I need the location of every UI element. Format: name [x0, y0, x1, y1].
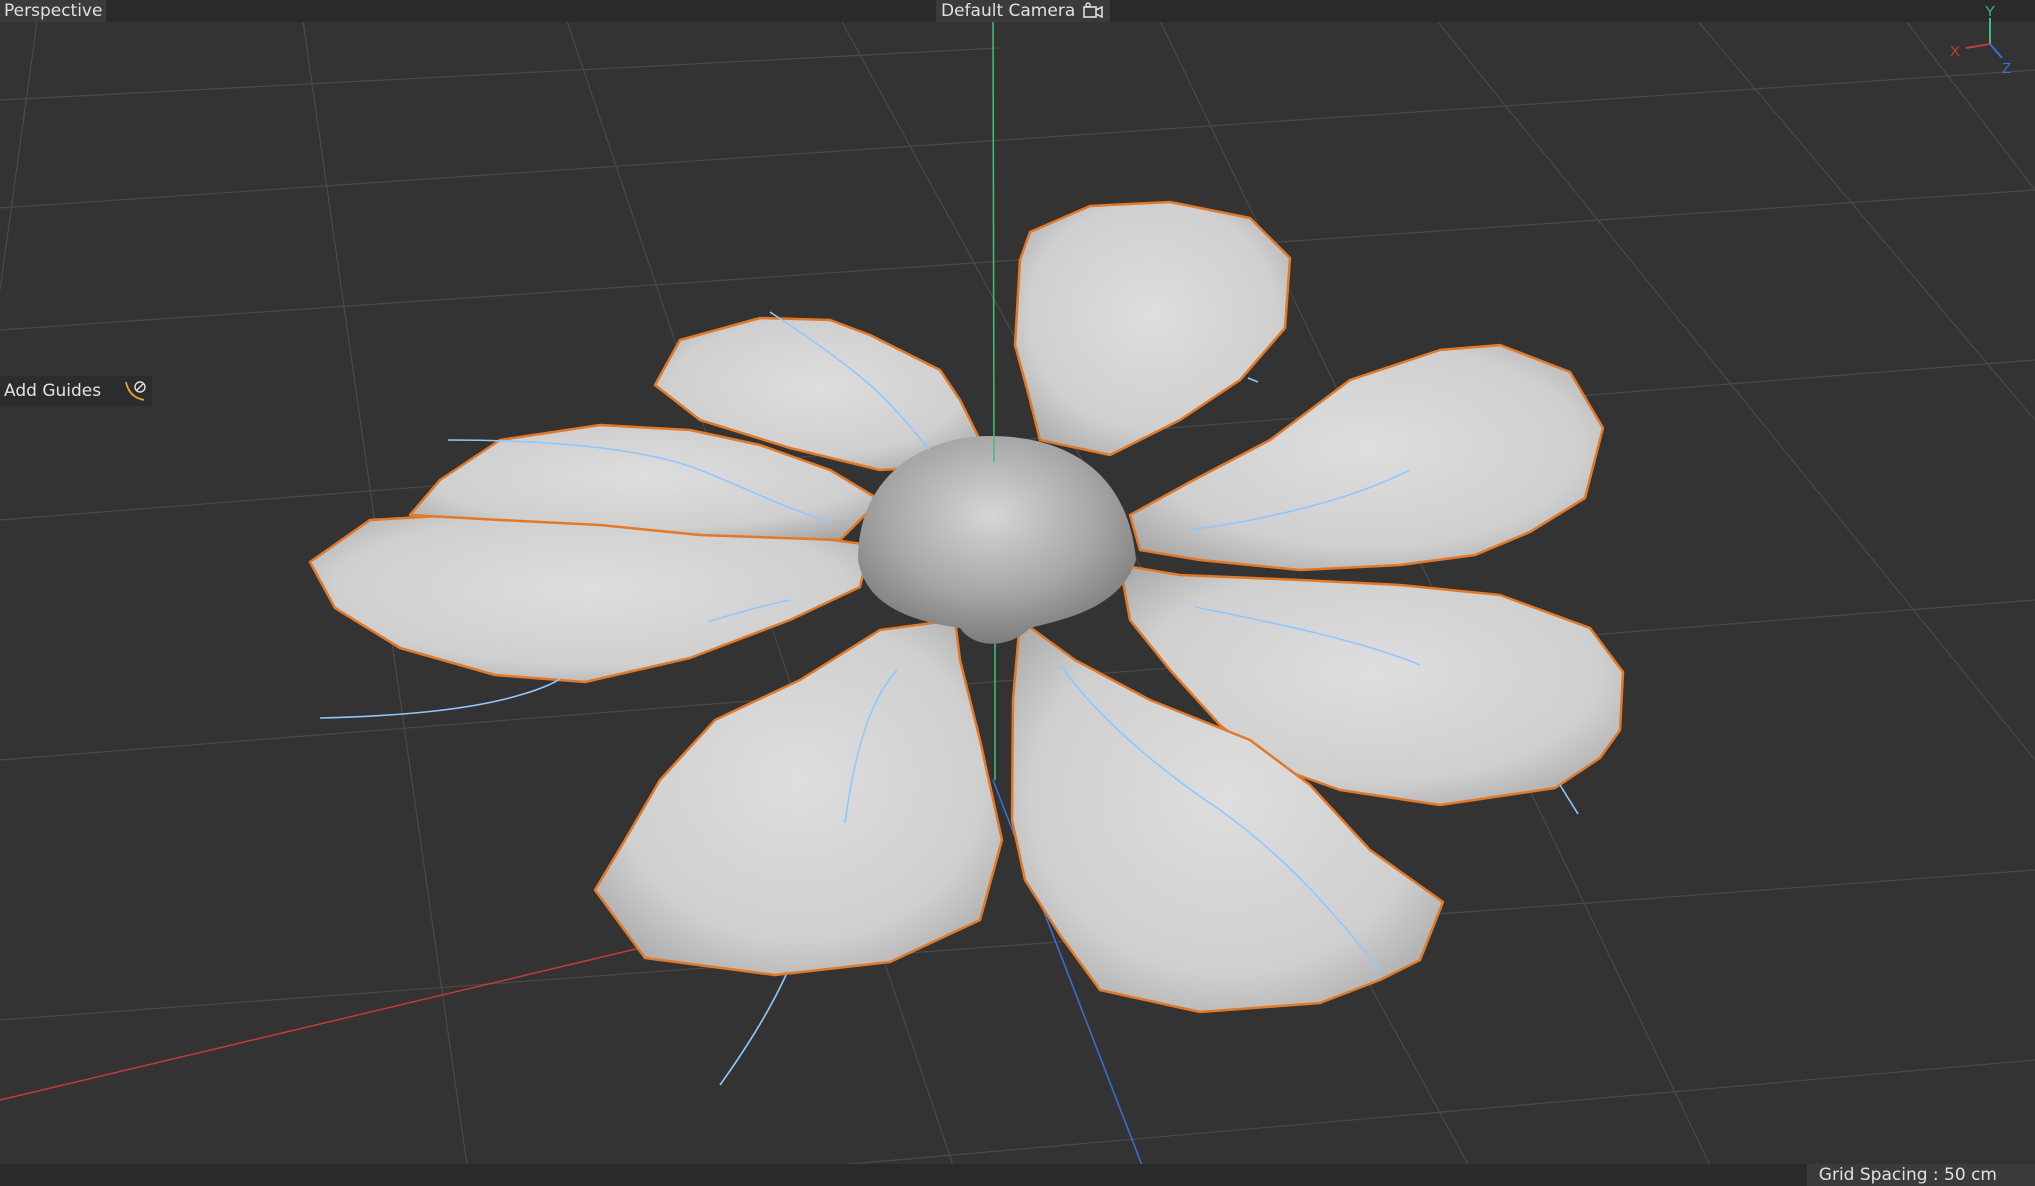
gizmo-y-label: Y — [1985, 3, 1995, 20]
orientation-gizmo[interactable]: Y X Z — [1940, 0, 2035, 80]
center-dome — [858, 436, 1136, 644]
flower-model[interactable] — [308, 200, 1625, 1014]
gizmo-z-axis — [1989, 43, 2003, 59]
3d-viewport[interactable]: Perspective Default Camera Add Guides Y … — [0, 0, 2035, 1186]
grid-spacing-readout: Grid Spacing : 50 cm — [1806, 1164, 2035, 1186]
gizmo-x-label: X — [1950, 43, 1960, 60]
gizmo-x-axis — [1965, 43, 1991, 49]
petal-top-right — [1013, 200, 1292, 457]
add-guides-button[interactable]: Add Guides — [0, 376, 152, 406]
camera-menu[interactable]: Default Camera — [936, 0, 1111, 22]
guide-brush-icon — [125, 381, 146, 401]
y-axis-line-upper — [992, 0, 995, 463]
scene-canvas[interactable] — [0, 0, 2035, 1186]
add-guides-label: Add Guides — [4, 381, 102, 401]
viewport-footer — [0, 1164, 2035, 1186]
camera-label: Default Camera — [941, 1, 1076, 21]
petal-bottom-left — [593, 618, 1004, 977]
camera-icon — [1083, 2, 1104, 19]
view-mode-menu[interactable]: Perspective — [0, 0, 107, 22]
gizmo-z-label: Z — [2002, 60, 2011, 77]
